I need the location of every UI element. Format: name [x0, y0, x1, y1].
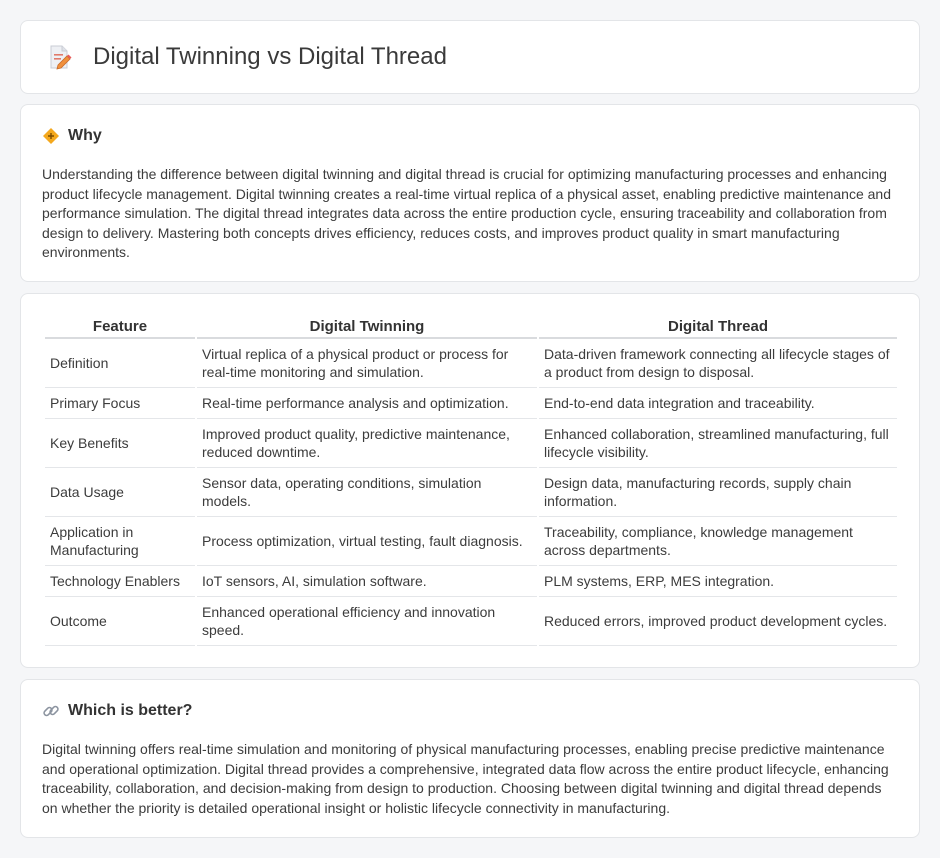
thread-cell: Data-driven framework connecting all lif…	[539, 339, 897, 388]
table-row: Definition Virtual replica of a physical…	[45, 339, 897, 388]
thread-cell: Design data, manufacturing records, supp…	[539, 468, 897, 517]
document-edit-icon	[50, 45, 72, 70]
table-row: Key Benefits Improved product quality, p…	[45, 419, 897, 468]
diamond-warning-icon	[43, 128, 59, 144]
better-text: Digital twinning offers real-time simula…	[42, 741, 889, 816]
table-row: Outcome Enhanced operational efficiency …	[45, 597, 897, 646]
thread-cell: PLM systems, ERP, MES integration.	[539, 566, 897, 597]
better-heading: Which is better?	[42, 702, 192, 720]
twinning-cell: Real-time performance analysis and optim…	[197, 388, 537, 419]
header-card: Digital Twinning vs Digital Thread	[20, 20, 920, 94]
why-text: Understanding the difference between dig…	[42, 166, 891, 261]
why-heading: Why	[42, 127, 102, 145]
column-header-digital-thread: Digital Thread	[539, 315, 897, 339]
feature-cell: Technology Enablers	[45, 566, 195, 597]
twinning-cell: Process optimization, virtual testing, f…	[197, 517, 537, 566]
feature-cell: Primary Focus	[45, 388, 195, 419]
table-row: Primary Focus Real-time performance anal…	[45, 388, 897, 419]
table-row: Data Usage Sensor data, operating condit…	[45, 468, 897, 517]
twinning-cell: Enhanced operational efficiency and inno…	[197, 597, 537, 646]
feature-cell: Outcome	[45, 597, 195, 646]
comparison-table: Feature Digital Twinning Digital Thread …	[43, 315, 899, 646]
feature-cell: Key Benefits	[45, 419, 195, 468]
thread-cell: Reduced errors, improved product develop…	[539, 597, 897, 646]
thread-cell: Traceability, compliance, knowledge mana…	[539, 517, 897, 566]
better-title: Which is better?	[68, 702, 193, 719]
column-header-digital-twinning: Digital Twinning	[197, 315, 537, 339]
twinning-cell: IoT sensors, AI, simulation software.	[197, 566, 537, 597]
comparison-section: Feature Digital Twinning Digital Thread …	[20, 293, 920, 668]
why-section: Why Understanding the difference between…	[20, 104, 920, 282]
link-icon	[43, 705, 59, 717]
which-better-section: Which is better? Digital twinning offers…	[20, 679, 920, 838]
page-title: Digital Twinning vs Digital Thread	[93, 43, 447, 70]
feature-cell: Application in Manufacturing	[45, 517, 195, 566]
title-row: Digital Twinning vs Digital Thread	[45, 43, 447, 71]
thread-cell: Enhanced collaboration, streamlined manu…	[539, 419, 897, 468]
twinning-cell: Sensor data, operating conditions, simul…	[197, 468, 537, 517]
feature-cell: Definition	[45, 339, 195, 388]
why-title: Why	[68, 127, 102, 144]
twinning-cell: Improved product quality, predictive mai…	[197, 419, 537, 468]
twinning-cell: Virtual replica of a physical product or…	[197, 339, 537, 388]
thread-cell: End-to-end data integration and traceabi…	[539, 388, 897, 419]
table-row: Technology Enablers IoT sensors, AI, sim…	[45, 566, 897, 597]
table-row: Application in Manufacturing Process opt…	[45, 517, 897, 566]
feature-cell: Data Usage	[45, 468, 195, 517]
table-header-row: Feature Digital Twinning Digital Thread	[45, 315, 897, 339]
column-header-feature: Feature	[45, 315, 195, 339]
